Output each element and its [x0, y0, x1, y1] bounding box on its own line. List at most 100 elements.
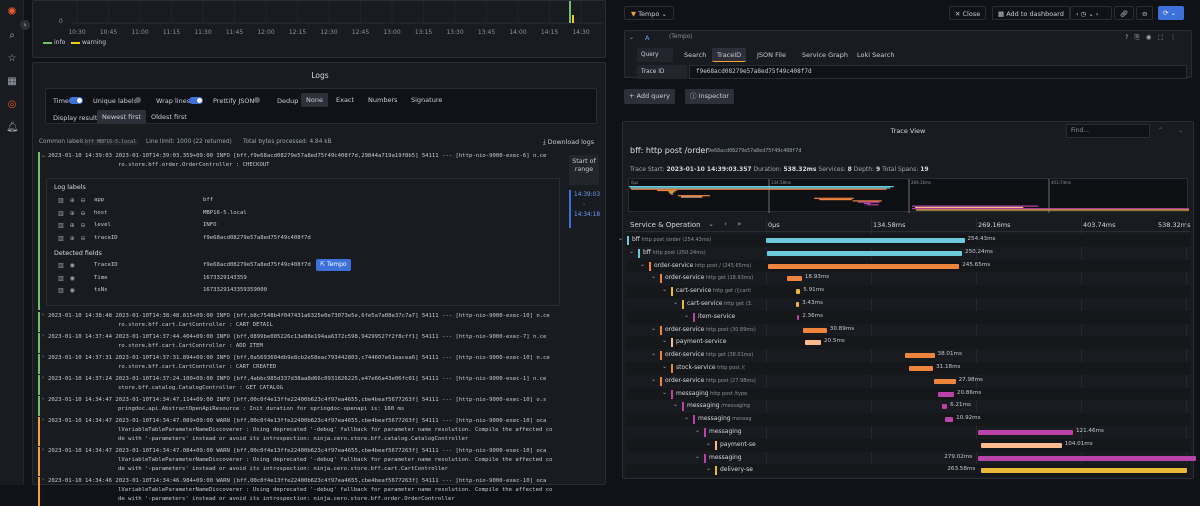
inspector-button[interactable]: ⓘ Inspector — [685, 89, 734, 104]
span-toggle-icon[interactable]: ⌄ — [673, 299, 678, 306]
span-bar[interactable] — [767, 263, 960, 269]
span-toggle-icon[interactable]: ⌄ — [684, 414, 689, 421]
expand-chevron-icon[interactable]: › — [42, 312, 44, 318]
span-bar[interactable] — [797, 314, 800, 320]
field-actions-icons[interactable]: ▥ ◉ — [58, 275, 77, 282]
query-tab[interactable]: Search — [679, 48, 711, 62]
span-bar[interactable] — [978, 430, 1073, 435]
span-toggle-icon[interactable]: ⌄ — [629, 248, 634, 255]
add-query-button[interactable]: + Add query — [624, 89, 675, 104]
add-to-dashboard-button[interactable]: ▦ Add to dashboard — [992, 6, 1070, 20]
time-picker[interactable]: ‹ ◷ ⌄ › — [1070, 6, 1112, 20]
expand-chevron-icon[interactable]: › — [42, 477, 44, 483]
query-tab[interactable]: Service Graph — [797, 48, 853, 62]
dedup-numbers[interactable]: Numbers — [363, 93, 403, 107]
prev-result-icon[interactable]: ⌃ — [1158, 127, 1163, 134]
grafana-logo-icon[interactable]: ✺ — [6, 6, 18, 18]
span-bar[interactable] — [908, 366, 934, 371]
label-actions-icons[interactable]: ▥ ⊕ ⊖ — [58, 235, 88, 242]
span-toggle-icon[interactable]: ⌄ — [673, 401, 678, 408]
log-line[interactable]: 2023-01-10 14:37:44 2023-01-10T14:37:44.… — [48, 333, 568, 342]
field-actions-icons[interactable]: ▥ ◉ — [58, 262, 77, 269]
span-toggle-icon[interactable]: ⌄ — [684, 312, 689, 319]
share-link-icon[interactable]: 🔗︎ — [1114, 6, 1135, 20]
span-bar[interactable] — [980, 442, 1062, 448]
span-bar[interactable] — [766, 250, 962, 256]
span-bar[interactable] — [787, 276, 802, 282]
legend-warning[interactable]: warning — [82, 39, 106, 46]
span-toggle-icon[interactable]: ⌄ — [662, 286, 667, 293]
span-toggle-icon[interactable]: ⌄ — [695, 453, 700, 460]
expand-chevron-icon[interactable]: › — [42, 354, 44, 360]
refresh-button[interactable]: ⟳ ⌄ — [1158, 6, 1184, 20]
span-bar[interactable] — [904, 353, 935, 359]
dedup-signature[interactable]: Signature — [406, 93, 447, 107]
span-toggle-icon[interactable]: ⌄ — [651, 273, 656, 280]
oldest-first[interactable]: Oldest first — [146, 110, 192, 124]
span-toggle-icon[interactable]: ⌄ — [706, 465, 711, 472]
label-actions-icons[interactable]: ▥ ⊕ ⊖ — [58, 197, 88, 204]
span-bar[interactable] — [937, 391, 954, 397]
prettify-toggle[interactable] — [254, 97, 260, 103]
label-actions-icons[interactable]: ▥ ⊕ ⊖ — [58, 210, 88, 217]
dedup-none[interactable]: None — [301, 93, 328, 107]
find-input[interactable]: Find... — [1066, 124, 1150, 138]
span-toggle-icon[interactable]: ⌄ — [618, 235, 623, 242]
query-row-actions[interactable]: ? ⎘ ◉ ⬚ ⋮ — [1125, 33, 1178, 42]
span-toggle-icon[interactable]: ⌄ — [651, 325, 656, 332]
log-line[interactable]: 2023-01-10 14:34:47 2023-01-10T14:34:47.… — [48, 447, 568, 456]
span-toggle-icon[interactable]: ⌄ — [651, 376, 656, 383]
span-bar[interactable] — [933, 378, 956, 384]
log-line[interactable]: 2023-01-10 14:39:03 2023-01-10T14:39:03.… — [48, 152, 568, 161]
log-line[interactable]: 2023-01-10 14:37:24 2023-01-10T14:37:24.… — [48, 375, 568, 384]
trace-id-input[interactable]: f9e68acd08279e57a8ed75f49c408f7d — [689, 65, 1187, 79]
collapse-query-icon[interactable]: ⌄ — [629, 34, 634, 41]
span-bar[interactable] — [805, 340, 821, 346]
field-actions-icons[interactable]: ▥ ◉ — [58, 287, 77, 294]
range-indicator[interactable]: 14:39:03 - 14:34:18 — [569, 190, 600, 228]
query-tab[interactable]: JSON File — [752, 48, 791, 62]
span-bar[interactable] — [766, 238, 965, 243]
span-toggle-icon[interactable]: ⌄ — [662, 337, 667, 344]
span-bar[interactable] — [944, 417, 954, 423]
dedup-exact[interactable]: Exact — [331, 93, 359, 107]
expand-collapse-icons[interactable]: ⌄ › » — [708, 220, 745, 228]
trace-minimap[interactable]: 0μs134.58ms269.16ms403.74ms538.32ms — [628, 178, 1200, 213]
expand-chevron-icon[interactable]: › — [42, 396, 44, 402]
download-logs[interactable]: ⤓ Download logs — [543, 139, 594, 147]
span-bar[interactable] — [942, 404, 948, 410]
span-toggle-icon[interactable]: ⌄ — [706, 440, 711, 447]
search-icon[interactable]: ⌕ — [6, 30, 18, 42]
expand-chevron-icon[interactable]: › — [42, 447, 44, 453]
expand-nav-icon[interactable]: › — [20, 20, 30, 30]
span-toggle-icon[interactable]: ⌄ — [662, 389, 667, 396]
start-of-range-button[interactable]: Start of range — [569, 155, 599, 185]
log-line[interactable]: 2023-01-10 14:38:48 2023-01-10T14:38:48.… — [48, 312, 568, 321]
explore-icon[interactable]: ◎ — [6, 99, 18, 111]
datasource-picker[interactable]: ▼ Tempo ⌄ — [624, 6, 674, 20]
log-line[interactable]: 2023-01-10 14:34:47 2023-01-10T14:34:47.… — [48, 417, 568, 426]
query-tab[interactable]: Loki Search — [852, 48, 899, 62]
zoom-out-icon[interactable]: ⊖ — [1136, 6, 1154, 20]
legend-info[interactable]: info — [54, 39, 65, 46]
span-toggle-icon[interactable]: ⌄ — [662, 363, 667, 370]
unique-labels-toggle[interactable] — [135, 97, 141, 103]
newest-first[interactable]: Newest first — [97, 110, 146, 124]
query-tab[interactable]: TraceID — [712, 48, 747, 62]
next-result-icon[interactable]: ⌄ — [1178, 127, 1183, 134]
span-bar[interactable] — [802, 327, 827, 333]
time-toggle[interactable] — [69, 97, 83, 104]
expand-chevron-icon[interactable]: › — [42, 417, 44, 423]
expand-chevron-icon[interactable]: › — [42, 375, 44, 381]
log-line[interactable]: 2023-01-10 14:34:47 2023-01-10T14:34:47.… — [48, 396, 568, 405]
label-actions-icons[interactable]: ▥ ⊕ ⊖ — [58, 222, 88, 229]
span-toggle-icon[interactable]: ⌄ — [695, 427, 700, 434]
dashboards-icon[interactable]: ▦ — [6, 76, 18, 88]
span-bar[interactable] — [981, 468, 1187, 474]
wrap-lines-toggle[interactable] — [189, 97, 203, 104]
collapse-chevron-icon[interactable]: ⌄ — [41, 153, 46, 159]
tempo-link-button[interactable]: ⇱ Tempo — [316, 259, 351, 271]
span-toggle-icon[interactable]: ⌄ — [651, 350, 656, 357]
span-toggle-icon[interactable]: ⌄ — [640, 261, 645, 268]
close-button[interactable]: ✕ Close — [949, 6, 987, 20]
